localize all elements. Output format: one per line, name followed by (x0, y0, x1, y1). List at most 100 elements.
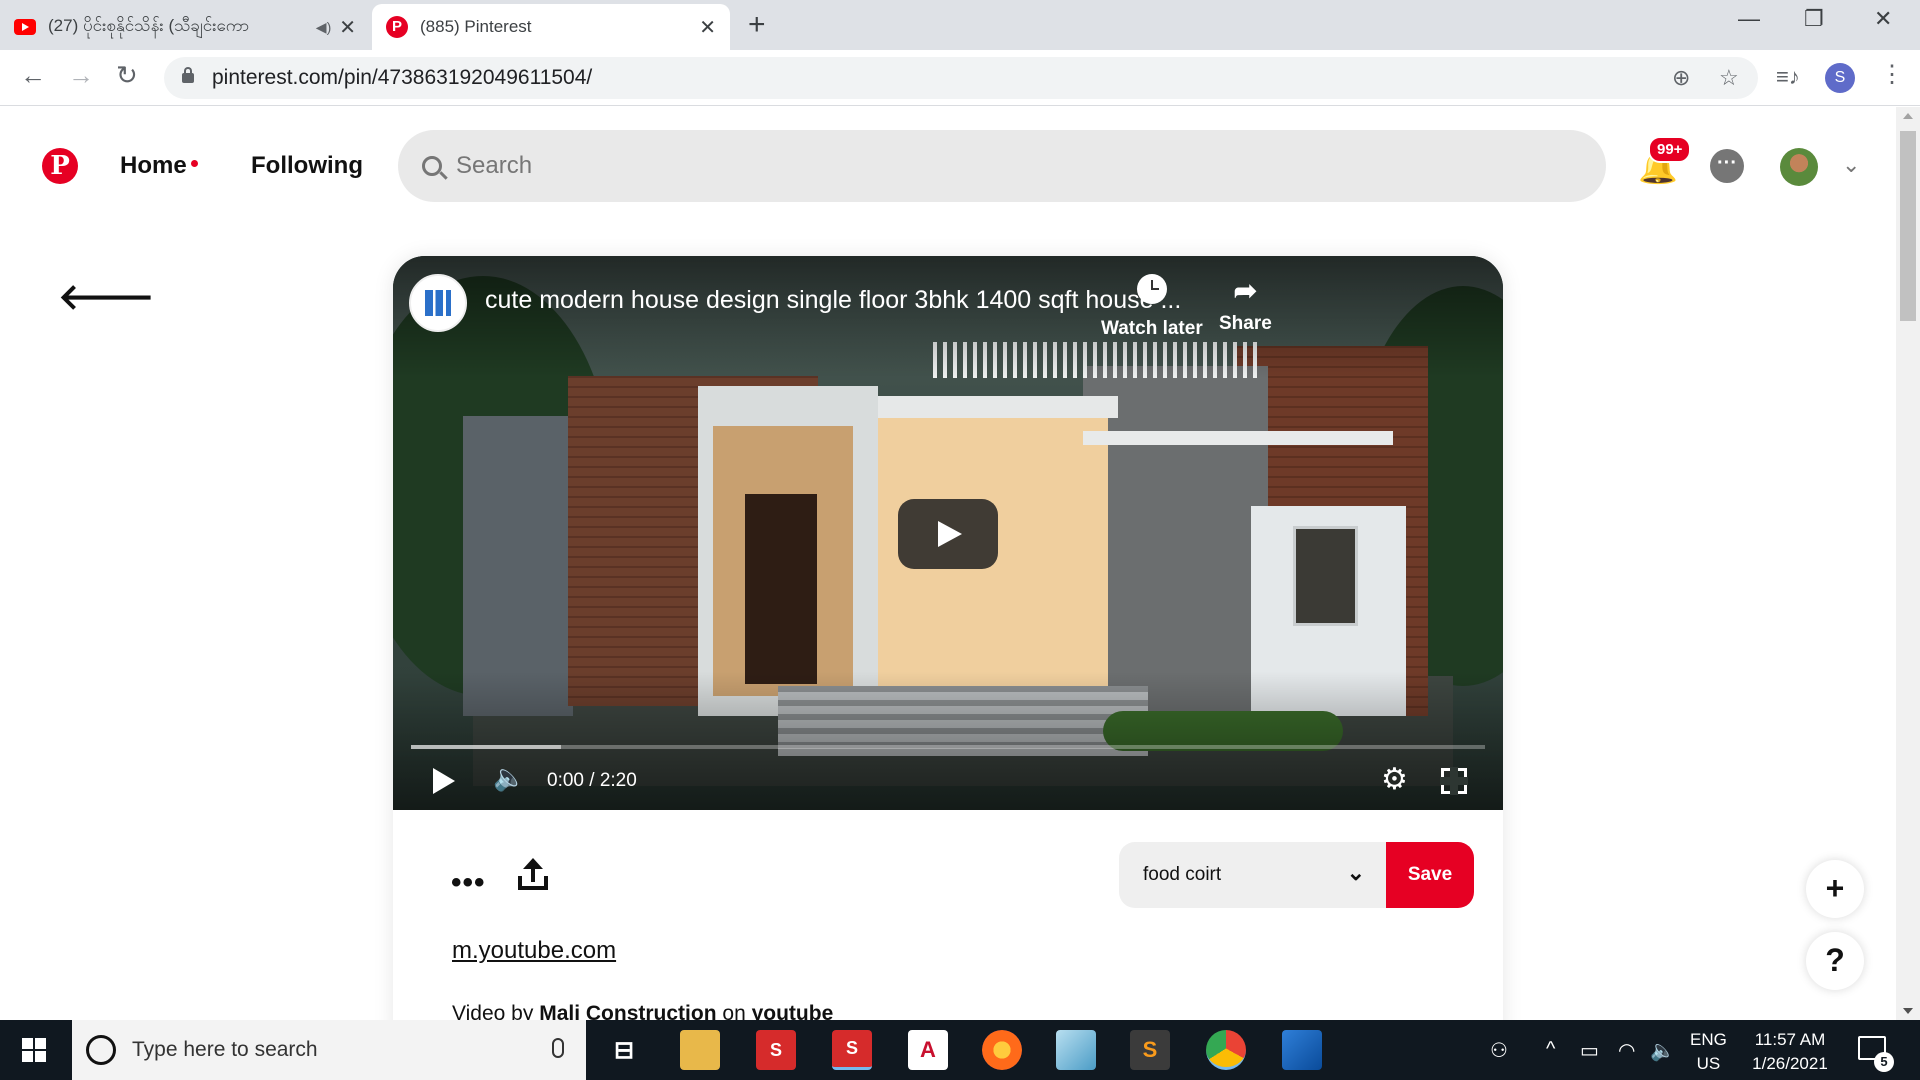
chrome-icon[interactable] (1206, 1030, 1246, 1070)
file-explorer-icon[interactable] (680, 1030, 720, 1070)
clock-icon (1136, 274, 1167, 304)
people-icon[interactable]: ⚇ (1490, 1038, 1508, 1063)
progress-buffered (411, 745, 562, 749)
add-icon[interactable]: ⊕ (1672, 65, 1690, 91)
minimize-button[interactable]: — (1738, 6, 1760, 32)
new-tab-button[interactable]: + (748, 8, 766, 42)
search-icon (422, 156, 442, 176)
taskbar-search-placeholder: Type here to search (132, 1038, 318, 1061)
share-tray (518, 876, 548, 890)
page-scrollbar[interactable] (1896, 107, 1920, 1020)
save-button[interactable]: Save (1386, 842, 1474, 908)
search-input[interactable] (456, 152, 1556, 180)
taskbar-search-box[interactable]: Type here to search (72, 1020, 586, 1080)
bookmark-star-icon[interactable]: ☆ (1719, 65, 1739, 91)
notification-badge: 99+ (1648, 136, 1692, 163)
account-menu-chevron-icon[interactable]: ⌄ (1842, 152, 1860, 178)
profile-avatar[interactable]: S (1825, 63, 1855, 93)
settings-gear-icon[interactable]: ⚙ (1381, 762, 1408, 797)
cortana-icon[interactable] (86, 1035, 116, 1065)
url-text[interactable]: pinterest.com/pin/473863192049611504/ (212, 66, 592, 90)
nav-home[interactable]: Home (120, 152, 198, 180)
volume-tray-icon[interactable]: 🔈 (1650, 1038, 1675, 1063)
clock-date: 1/26/2021 (1752, 1054, 1828, 1073)
add-pin-button[interactable]: + (1806, 860, 1864, 918)
close-tab-icon[interactable]: ✕ (339, 15, 356, 40)
firefox-icon[interactable] (982, 1030, 1022, 1070)
play-button[interactable] (898, 499, 998, 569)
show-hidden-icons-chevron[interactable]: ^ (1546, 1038, 1555, 1061)
sketchup-layout-icon[interactable]: S (832, 1030, 872, 1070)
play-icon[interactable] (433, 768, 455, 794)
back-button[interactable]: ← (20, 60, 46, 91)
progress-bar[interactable] (411, 745, 1485, 749)
search-bar[interactable] (398, 130, 1606, 202)
share-video-button[interactable]: ➦ Share (1219, 274, 1272, 335)
scroll-up-arrow-icon[interactable] (1903, 113, 1913, 119)
audio-playing-icon[interactable]: ◀) (316, 19, 331, 36)
sketchup-icon[interactable]: S (756, 1030, 796, 1070)
language-code: ENG (1690, 1030, 1727, 1049)
source-link[interactable]: m.youtube.com (452, 937, 616, 965)
media-control-icon[interactable]: ≡♪ (1776, 64, 1800, 90)
pinterest-logo[interactable]: P (42, 148, 78, 184)
channel-logo[interactable] (409, 274, 467, 332)
microphone-icon[interactable] (552, 1038, 564, 1058)
region-code: US (1696, 1054, 1721, 1073)
chevron-down-icon: ⌄ (1346, 860, 1365, 885)
browser-toolbar: ← → ↻ pinterest.com/pin/4738631920496115… (0, 50, 1920, 106)
video-player[interactable]: cute modern house design single floor 3b… (393, 256, 1503, 810)
new-content-dot (190, 160, 198, 168)
browser-menu-icon[interactable]: ⋮ (1880, 60, 1904, 89)
forward-button[interactable]: → (68, 60, 94, 91)
share-arrow-icon: ➦ (1233, 275, 1258, 306)
board-selector[interactable]: food coirt ⌄ (1119, 842, 1387, 908)
notification-count: 5 (1874, 1052, 1894, 1072)
windows-taskbar: Type here to search ⊟ S S A S ⚇ ^ ▭ ◠ 🔈 … (0, 1020, 1920, 1080)
tab-pinterest[interactable]: P (885) Pinterest ✕ (372, 4, 730, 50)
close-window-button[interactable]: ✕ (1874, 6, 1892, 32)
tab-youtube[interactable]: (27) ပိုင်းစုနိုင်သိန်း (သီချင်းကော ◀) ✕ (0, 4, 370, 50)
user-avatar[interactable] (1780, 148, 1818, 186)
close-tab-icon[interactable]: ✕ (699, 15, 716, 40)
messages-icon[interactable]: ··· (1710, 149, 1744, 183)
pinterest-icon: P (386, 16, 408, 38)
task-view-icon[interactable]: ⊟ (604, 1030, 644, 1070)
wifi-icon[interactable]: ◠ (1618, 1038, 1635, 1063)
address-bar[interactable]: pinterest.com/pin/473863192049611504/ ⊕ … (164, 57, 1758, 99)
photos-icon[interactable] (1282, 1030, 1322, 1070)
time-display: 0:00 / 2:20 (547, 770, 637, 791)
scrollbar-thumb[interactable] (1900, 131, 1916, 321)
back-arrow-icon[interactable]: 🡐 (58, 274, 155, 318)
notepad-icon[interactable] (1056, 1030, 1096, 1070)
system-clock[interactable]: 11:57 AM 1/26/2021 (1740, 1028, 1840, 1076)
more-options-icon[interactable]: ••• (451, 866, 486, 900)
building-icon (425, 290, 451, 316)
volume-icon[interactable]: 🔈 (493, 762, 525, 793)
tab-title: (27) ပိုင်းစုနိုင်သိန်း (သီချင်းကော (48, 15, 250, 35)
sublime-text-icon[interactable]: S (1130, 1030, 1170, 1070)
fullscreen-icon[interactable] (1440, 767, 1468, 795)
pin-card: cute modern house design single floor 3b… (393, 256, 1503, 1056)
video-title[interactable]: cute modern house design single floor 3b… (485, 286, 1181, 315)
share-icon[interactable] (518, 858, 548, 890)
browser-tab-strip: (27) ပိုင်းစုနိုင်သိန်း (သီချင်းကော ◀) ✕… (0, 0, 1920, 50)
scroll-down-arrow-icon[interactable] (1903, 1008, 1913, 1014)
watch-later-label: Watch later (1101, 318, 1203, 339)
youtube-icon (14, 19, 36, 35)
help-button[interactable]: ? (1806, 932, 1864, 990)
watch-later-button[interactable]: Watch later (1101, 274, 1203, 340)
windows-start-icon[interactable] (22, 1038, 46, 1062)
autocad-icon[interactable]: A (908, 1030, 948, 1070)
share-label: Share (1219, 313, 1272, 334)
lock-icon[interactable] (182, 67, 194, 83)
nav-following[interactable]: Following (251, 152, 363, 180)
clock-time: 11:57 AM (1754, 1030, 1826, 1049)
input-language[interactable]: ENG US (1690, 1028, 1727, 1076)
board-name: food coirt (1143, 864, 1222, 885)
battery-icon[interactable]: ▭ (1580, 1038, 1599, 1063)
reload-button[interactable]: ↻ (116, 60, 138, 91)
nav-home-label: Home (120, 152, 187, 179)
tab-title: (885) Pinterest (420, 17, 532, 36)
restore-button[interactable]: ❐ (1804, 6, 1824, 32)
